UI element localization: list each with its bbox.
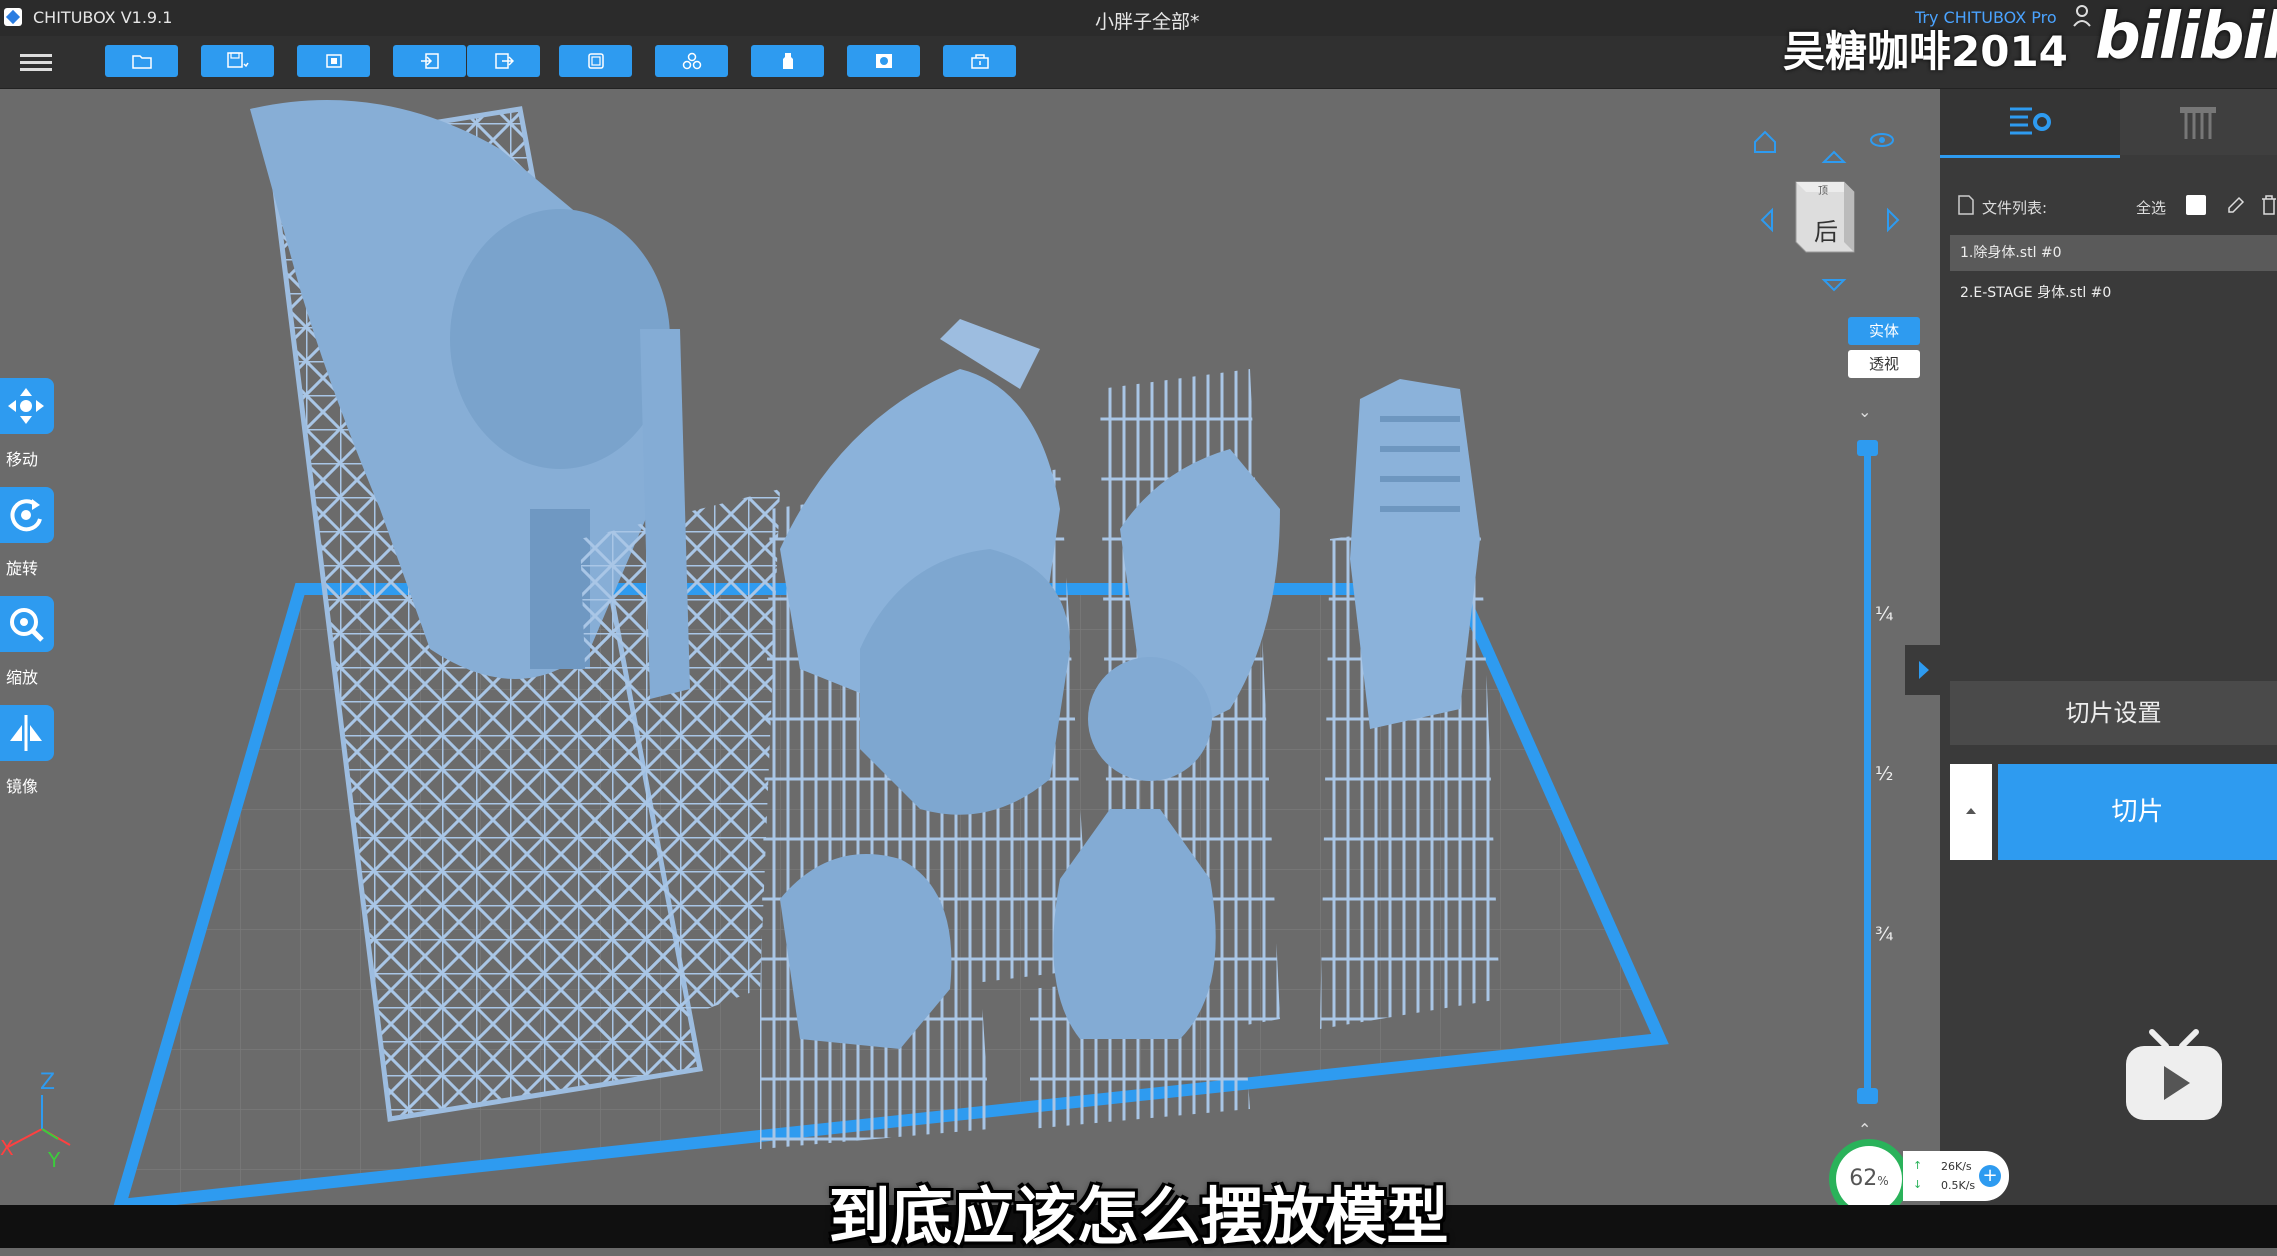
bilibili-logo: bilibili <box>2095 0 2277 74</box>
rotate-icon <box>10 499 42 532</box>
move-tool-button[interactable] <box>0 378 54 434</box>
app-title: CHITUBOX V1.9.1 <box>33 8 173 27</box>
hamburger-menu-button[interactable] <box>20 50 52 74</box>
export-button[interactable] <box>467 45 540 77</box>
slider-tick-three-quarter: ¾ <box>1875 923 1894 945</box>
save-button[interactable] <box>201 45 274 77</box>
chevron-up-icon <box>1966 808 1976 814</box>
mirror-tool-button[interactable] <box>0 705 54 761</box>
scale-tool-label: 缩放 <box>6 668 39 687</box>
delete-icon[interactable] <box>2261 195 2277 215</box>
support-button[interactable] <box>751 45 824 77</box>
app-logo-icon <box>4 8 22 26</box>
open-folder-icon <box>131 55 152 69</box>
import-button[interactable] <box>393 45 466 77</box>
rotate-tool-label: 旋转 <box>6 559 39 578</box>
svg-text:Z: Z <box>40 1070 55 1095</box>
home-view-icon <box>1754 130 1776 153</box>
edit-icon[interactable] <box>2226 195 2246 215</box>
slice-settings-button[interactable]: 切片设置 <box>1950 681 2277 745</box>
svg-text:X: X <box>0 1136 14 1160</box>
layer-slider-top-knob[interactable] <box>1857 440 1878 456</box>
hollow-icon <box>875 54 892 68</box>
layer-slider-bottom-knob[interactable] <box>1857 1088 1878 1104</box>
video-subtitle: 到底应该怎么摆放模型 <box>828 1180 1449 1253</box>
select-all-checkbox[interactable] <box>2186 195 2206 215</box>
tab-model-settings[interactable] <box>1940 89 2120 158</box>
view-cube-face-label: 后 <box>1814 218 1838 246</box>
import-icon <box>420 53 439 69</box>
layout-button[interactable] <box>559 45 632 77</box>
arrange-button[interactable] <box>655 45 728 77</box>
open-file-button[interactable] <box>105 45 178 77</box>
bottom-view-arrow-icon <box>1821 279 1847 292</box>
tab-supports[interactable] <box>2120 89 2277 155</box>
slice-options-button[interactable] <box>1950 764 1992 860</box>
arrange-icon <box>682 52 701 70</box>
layer-slider-track[interactable] <box>1864 445 1871 1100</box>
slider-up-chevron-icon[interactable]: ⌄ <box>1858 402 1871 421</box>
axis-indicator: Z Y X <box>0 1070 71 1172</box>
tray-icon <box>970 54 989 69</box>
view-cube-widget[interactable]: 顶 后 <box>1740 120 1910 300</box>
move-icon <box>8 388 44 424</box>
scale-icon <box>10 608 44 642</box>
mirror-icon <box>10 715 42 751</box>
3d-viewport[interactable]: Z Y X <box>0 89 1940 1205</box>
left-view-arrow-icon <box>1760 207 1773 233</box>
file-list-icon <box>1958 195 1974 215</box>
support-icon <box>782 53 793 69</box>
mirror-tool-label: 镜像 <box>6 777 39 796</box>
slider-tick-half: ½ <box>1875 763 1894 785</box>
top-view-arrow-icon <box>1821 150 1847 163</box>
slider-tick-quarter: ¼ <box>1875 603 1894 625</box>
file-list-label: 文件列表: <box>1982 199 2048 217</box>
view-cube-top-face: 顶 <box>1818 186 1828 197</box>
solid-mode-button[interactable]: 实体 <box>1848 317 1920 345</box>
channel-watermark: 吴糖咖啡2014 <box>1783 27 2068 76</box>
select-all-label: 全选 <box>2136 199 2167 217</box>
right-panel: 文件列表: 全选 1.除身体.stl #0 2.E-STAGE 身体.stl #… <box>1940 89 2277 1205</box>
transparent-mode-button[interactable]: 透视 <box>1848 350 1920 378</box>
rotate-tool-button[interactable] <box>0 487 54 543</box>
status-expand-chevron-icon[interactable]: ⌃ <box>1858 1120 1871 1139</box>
file-list-item[interactable]: 2.E-STAGE 身体.stl #0 <box>1950 275 2277 311</box>
support-structure-icon <box>2180 107 2216 139</box>
hollow-button[interactable] <box>847 45 920 77</box>
tray-button[interactable] <box>943 45 1016 77</box>
move-tool-label: 移动 <box>6 450 39 469</box>
right-view-arrow-icon <box>1887 207 1900 233</box>
settings-list-icon <box>2010 107 2051 135</box>
eye-icon <box>1870 133 1894 147</box>
export-icon <box>494 53 514 69</box>
scale-tool-button[interactable] <box>0 596 54 652</box>
model-right <box>1320 379 1500 1029</box>
layout-icon <box>587 53 604 69</box>
document-title: 小胖子全部* <box>1095 11 1200 33</box>
scene-render: Z Y X <box>0 100 1669 1205</box>
play-icon[interactable] <box>2122 1028 2226 1124</box>
center-model-button[interactable] <box>297 45 370 77</box>
center-icon <box>325 54 342 68</box>
save-icon <box>226 52 249 68</box>
slice-button[interactable]: 切片 <box>1998 764 2277 860</box>
user-icon[interactable] <box>2073 5 2091 27</box>
panel-collapse-button[interactable] <box>1905 645 1940 695</box>
chevron-right-icon <box>1919 661 1929 679</box>
file-list-item[interactable]: 1.除身体.stl #0 <box>1950 235 2277 271</box>
